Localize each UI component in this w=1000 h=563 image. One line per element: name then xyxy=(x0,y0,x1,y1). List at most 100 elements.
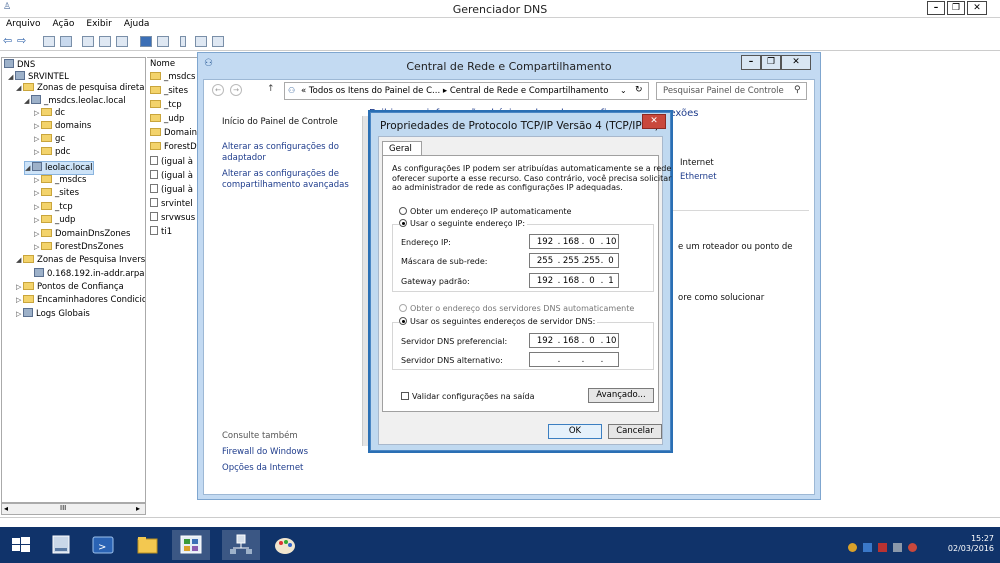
validate-checkbox[interactable]: Validar configurações na saída xyxy=(401,392,534,402)
detail-view-icon[interactable] xyxy=(212,36,224,47)
list-item[interactable]: srvwsus xyxy=(150,212,195,224)
dns-tree-pane[interactable]: DNS ◢ SRVINTEL ◢ Zonas de pesquisa direta … xyxy=(1,57,146,503)
radio-manual-dns[interactable]: Usar os seguintes endereços de servidor … xyxy=(399,317,598,327)
list-view-icon[interactable] xyxy=(195,36,207,47)
export-icon[interactable] xyxy=(116,36,128,47)
radio-button-selected[interactable] xyxy=(399,219,407,227)
tab-geral[interactable]: Geral xyxy=(382,141,422,156)
dns-preferred-field[interactable]: 192. 168. 0. 10 xyxy=(529,333,619,348)
tree-item[interactable]: ▷ _msdcs xyxy=(34,175,86,186)
tree-item[interactable]: ▷ _sites xyxy=(34,188,79,199)
list-item[interactable]: Domain xyxy=(150,128,197,139)
list-item[interactable]: (igual à xyxy=(150,170,193,182)
scroll-right-icon[interactable]: ▸ xyxy=(136,504,140,513)
list-header-nome[interactable]: Nome xyxy=(150,59,175,70)
dialog-close-button[interactable]: ✕ xyxy=(642,114,666,129)
tree-item[interactable]: ▷ DomainDnsZones xyxy=(34,229,130,240)
server-manager-icon[interactable] xyxy=(42,530,80,560)
internet-options-link[interactable]: Opções da Internet xyxy=(222,463,303,474)
tray-keyboard-icon[interactable] xyxy=(893,543,902,552)
radio-button[interactable] xyxy=(399,207,407,215)
tree-item[interactable]: ▷ dc xyxy=(34,108,65,119)
tree-root[interactable]: DNS xyxy=(4,59,35,71)
new-record-icon[interactable] xyxy=(180,36,186,47)
nc-minimize-button[interactable]: – xyxy=(741,55,761,70)
radio-manual-ip[interactable]: Usar o seguinte endereço IP: xyxy=(399,219,528,229)
tray-shield-icon[interactable] xyxy=(848,543,857,552)
tree-item[interactable]: ▷Encaminhadores Condicionais xyxy=(16,295,145,306)
tree-item-selected[interactable]: ◢ leolac.local xyxy=(24,161,94,175)
tray-update-icon[interactable] xyxy=(863,543,872,552)
subnet-mask-field[interactable]: 255. 255. 255. 0 xyxy=(529,253,619,268)
radio-auto-ip[interactable]: Obter um endereço IP automaticamente xyxy=(399,207,571,217)
tree-item[interactable]: ▷ Logs Globais xyxy=(16,308,90,320)
list-item[interactable]: _udp xyxy=(150,114,184,125)
firewall-link[interactable]: Firewall do Windows xyxy=(222,447,308,458)
list-item[interactable]: _msdcs xyxy=(150,72,195,83)
close-button[interactable]: ✕ xyxy=(967,1,987,15)
checkbox[interactable] xyxy=(401,392,409,400)
tree-item[interactable]: ▷ Pontos de Confiança xyxy=(16,282,124,293)
ethernet-link[interactable]: Ethernet xyxy=(680,172,717,183)
tray-network-icon[interactable] xyxy=(878,543,887,552)
paint-icon[interactable] xyxy=(266,530,304,560)
advanced-button[interactable]: Avançado... xyxy=(588,388,654,403)
ip-address-field[interactable]: 192. 168. 0. 10 xyxy=(529,234,619,249)
powershell-icon[interactable]: > xyxy=(84,530,122,560)
search-icon[interactable]: ⚲ xyxy=(794,85,801,95)
menu-exibir[interactable]: Exibir xyxy=(80,18,117,29)
show-tree-icon[interactable] xyxy=(60,36,72,47)
refresh-icon[interactable] xyxy=(99,36,111,47)
dns-manager-taskbar-icon[interactable] xyxy=(222,530,260,560)
start-button[interactable] xyxy=(2,530,40,560)
scroll-thumb[interactable]: III xyxy=(60,504,66,512)
dns-records-list[interactable]: Nome _msdcs _sites _tcp _udp Domain Fore… xyxy=(147,57,197,503)
list-item[interactable]: (igual à xyxy=(150,184,193,196)
view-icon[interactable] xyxy=(157,36,169,47)
sidebar-adapter-link[interactable]: Alterar as configurações do adaptador xyxy=(222,142,342,164)
sidebar-sharing-link[interactable]: Alterar as configurações de compartilham… xyxy=(222,169,350,191)
control-panel-taskbar-icon[interactable] xyxy=(172,530,210,560)
tree-item[interactable]: ▷ pdc xyxy=(34,147,70,158)
menu-arquivo[interactable]: Arquivo xyxy=(0,18,46,29)
menu-ajuda[interactable]: Ajuda xyxy=(118,18,156,29)
list-item[interactable]: ti1 xyxy=(150,226,172,238)
list-item[interactable]: ForestDr xyxy=(150,142,197,153)
forward-arrow-icon[interactable]: ⇨ xyxy=(17,34,26,47)
tree-item[interactable]: ▷ gc xyxy=(34,134,65,145)
tree-horizontal-scrollbar[interactable]: ◂ III ▸ xyxy=(1,503,146,515)
radio-button-disabled[interactable] xyxy=(399,304,407,312)
sidebar-home-link[interactable]: Início do Painel de Controle xyxy=(222,117,338,128)
forward-icon[interactable]: → xyxy=(230,84,242,96)
back-arrow-icon[interactable]: ⇦ xyxy=(3,34,12,47)
nc-maximize-button[interactable]: ❐ xyxy=(761,55,781,70)
list-item[interactable]: _tcp xyxy=(150,100,182,111)
properties-icon[interactable] xyxy=(82,36,94,47)
dns-alternate-field[interactable]: ... xyxy=(529,352,619,367)
tree-item[interactable]: ▷ domains xyxy=(34,121,91,132)
up-arrow-icon[interactable]: ↑ xyxy=(267,84,275,94)
tree-item[interactable]: ◢ _msdcs.leolac.local xyxy=(24,95,126,107)
restore-button[interactable]: ❐ xyxy=(947,1,965,15)
refresh-icon[interactable]: ↻ xyxy=(635,85,643,95)
radio-button-selected[interactable] xyxy=(399,317,407,325)
tree-item[interactable]: ▷ _udp xyxy=(34,215,75,226)
scroll-left-icon[interactable]: ◂ xyxy=(4,504,8,513)
tree-item[interactable]: ◢ Zonas de pesquisa direta xyxy=(16,83,144,94)
minimize-button[interactable]: – xyxy=(927,1,945,15)
tray-volume-icon[interactable] xyxy=(908,543,917,552)
list-item[interactable]: _sites xyxy=(150,86,188,97)
dropdown-icon[interactable]: ⌄ xyxy=(620,86,627,95)
list-item[interactable]: (igual à xyxy=(150,156,193,168)
tree-item[interactable]: ◢ Zonas de Pesquisa Inversa xyxy=(16,255,145,266)
radio-auto-dns[interactable]: Obter o endereço dos servidores DNS auto… xyxy=(399,304,634,314)
help-icon[interactable] xyxy=(140,36,152,47)
tree-item[interactable]: 0.168.192.in-addr.arpa xyxy=(34,268,145,280)
list-item[interactable]: srvintel xyxy=(150,198,193,210)
tree-server[interactable]: ◢ SRVINTEL xyxy=(8,71,69,83)
cancel-button[interactable]: Cancelar xyxy=(608,424,662,439)
back-icon[interactable]: ← xyxy=(212,84,224,96)
ok-button[interactable]: OK xyxy=(548,424,602,439)
taskbar-clock[interactable]: 15:27 02/03/2016 xyxy=(948,534,994,554)
folder-up-icon[interactable] xyxy=(43,36,55,47)
